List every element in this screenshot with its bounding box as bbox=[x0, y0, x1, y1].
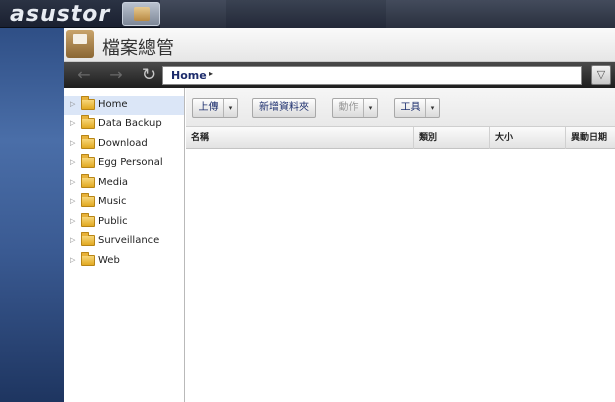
chevron-down-icon[interactable]: ▾ bbox=[363, 99, 377, 117]
folder-icon bbox=[81, 96, 95, 110]
document-icon bbox=[73, 34, 87, 44]
file-list-body[interactable] bbox=[186, 149, 615, 402]
file-explorer-icon bbox=[66, 30, 94, 58]
tools-button[interactable]: 工具 ▾ bbox=[394, 98, 440, 118]
file-list-header: 名稱 類別 大小 異動日期 bbox=[186, 127, 615, 149]
tree-item-label: Web bbox=[98, 255, 120, 266]
desktop-background bbox=[0, 28, 64, 402]
column-header-modified[interactable]: 異動日期 bbox=[566, 127, 615, 149]
tree-item-home[interactable]: ▷ Home bbox=[64, 96, 184, 115]
folder-icon bbox=[134, 7, 150, 21]
tree-item-surveillance[interactable]: ▷ Surveillance bbox=[64, 232, 184, 251]
expand-icon[interactable]: ▷ bbox=[70, 178, 75, 186]
action-button[interactable]: 動作 ▾ bbox=[332, 98, 378, 118]
filter-icon[interactable]: ▽ bbox=[591, 65, 611, 85]
tree-item-label: Media bbox=[98, 177, 129, 188]
tree-item-download[interactable]: ▷ Download bbox=[64, 135, 184, 154]
folder-icon bbox=[81, 232, 95, 246]
expand-icon[interactable]: ▷ bbox=[70, 139, 75, 147]
tree-item-media[interactable]: ▷ Media bbox=[64, 174, 184, 193]
column-header-name[interactable]: 名稱 bbox=[186, 127, 414, 149]
chevron-down-icon[interactable]: ▾ bbox=[425, 99, 439, 117]
folder-tree: ▷ Home ▷ Data Backup ▷ Download ▷ Egg Pe… bbox=[64, 88, 185, 402]
action-button-label: 動作 bbox=[338, 102, 359, 113]
folder-icon bbox=[81, 174, 95, 188]
upload-button[interactable]: 上傳 ▾ bbox=[192, 98, 238, 118]
breadcrumb-home[interactable]: Home bbox=[171, 69, 207, 82]
file-explorer-window: 檔案總管 ← → ↻ Home ▸ ▽ ▷ Home ▷ Data Backup… bbox=[64, 28, 615, 402]
tree-item-label: Download bbox=[98, 138, 148, 149]
tree-item-label: Surveillance bbox=[98, 235, 160, 246]
expand-icon[interactable]: ▷ bbox=[70, 236, 75, 244]
toolbar: 上傳 ▾ 新增資料夾 動作 ▾ 工具 ▾ bbox=[186, 88, 615, 127]
arrow-right-icon[interactable]: → bbox=[106, 65, 126, 85]
folder-icon bbox=[81, 213, 95, 227]
chevron-down-icon[interactable]: ▾ bbox=[223, 99, 237, 117]
folder-icon bbox=[81, 115, 95, 129]
file-list-panel: 上傳 ▾ 新增資料夾 動作 ▾ 工具 ▾ 名稱 類別 大小 異動日期 bbox=[186, 88, 615, 402]
expand-icon[interactable]: ▷ bbox=[70, 158, 75, 166]
window-title: 檔案總管 bbox=[102, 38, 174, 59]
tree-item-label: Data Backup bbox=[98, 118, 162, 129]
folder-icon bbox=[81, 252, 95, 266]
expand-icon[interactable]: ▷ bbox=[70, 197, 75, 205]
breadcrumb-arrow-icon[interactable]: ▸ bbox=[209, 69, 213, 78]
taskbar-segment bbox=[386, 0, 615, 28]
tree-item-label: Home bbox=[98, 99, 128, 110]
tree-item-data-backup[interactable]: ▷ Data Backup bbox=[64, 115, 184, 134]
tree-item-web[interactable]: ▷ Web bbox=[64, 252, 184, 271]
tree-item-music[interactable]: ▷ Music bbox=[64, 193, 184, 212]
tree-item-label: Public bbox=[98, 216, 128, 227]
expand-icon[interactable]: ▷ bbox=[70, 217, 75, 225]
upload-button-label: 上傳 bbox=[198, 102, 219, 113]
tree-item-public[interactable]: ▷ Public bbox=[64, 213, 184, 232]
folder-icon bbox=[81, 154, 95, 168]
taskbar-segment bbox=[226, 0, 386, 28]
brand-logo: asustor bbox=[10, 2, 111, 27]
top-brand-bar: asustor bbox=[0, 0, 615, 28]
folder-icon bbox=[81, 193, 95, 207]
expand-icon[interactable]: ▷ bbox=[70, 119, 75, 127]
arrow-left-icon[interactable]: ← bbox=[74, 65, 94, 85]
tree-item-egg-personal[interactable]: ▷ Egg Personal bbox=[64, 154, 184, 173]
navigation-bar: ← → ↻ Home ▸ ▽ bbox=[64, 62, 615, 88]
column-header-size[interactable]: 大小 bbox=[490, 127, 566, 149]
path-bar[interactable]: Home ▸ bbox=[162, 66, 582, 85]
file-explorer-icon[interactable] bbox=[122, 2, 160, 26]
tree-item-label: Egg Personal bbox=[98, 157, 163, 168]
tools-button-label: 工具 bbox=[400, 102, 421, 113]
column-header-type[interactable]: 類別 bbox=[414, 127, 490, 149]
tree-item-label: Music bbox=[98, 196, 127, 207]
taskbar-segment bbox=[160, 0, 226, 28]
expand-icon[interactable]: ▷ bbox=[70, 256, 75, 264]
window-titlebar: 檔案總管 bbox=[64, 28, 615, 62]
new-folder-button[interactable]: 新增資料夾 bbox=[252, 98, 316, 118]
folder-icon bbox=[81, 135, 95, 149]
refresh-icon[interactable]: ↻ bbox=[139, 65, 159, 85]
expand-icon[interactable]: ▷ bbox=[70, 100, 75, 108]
